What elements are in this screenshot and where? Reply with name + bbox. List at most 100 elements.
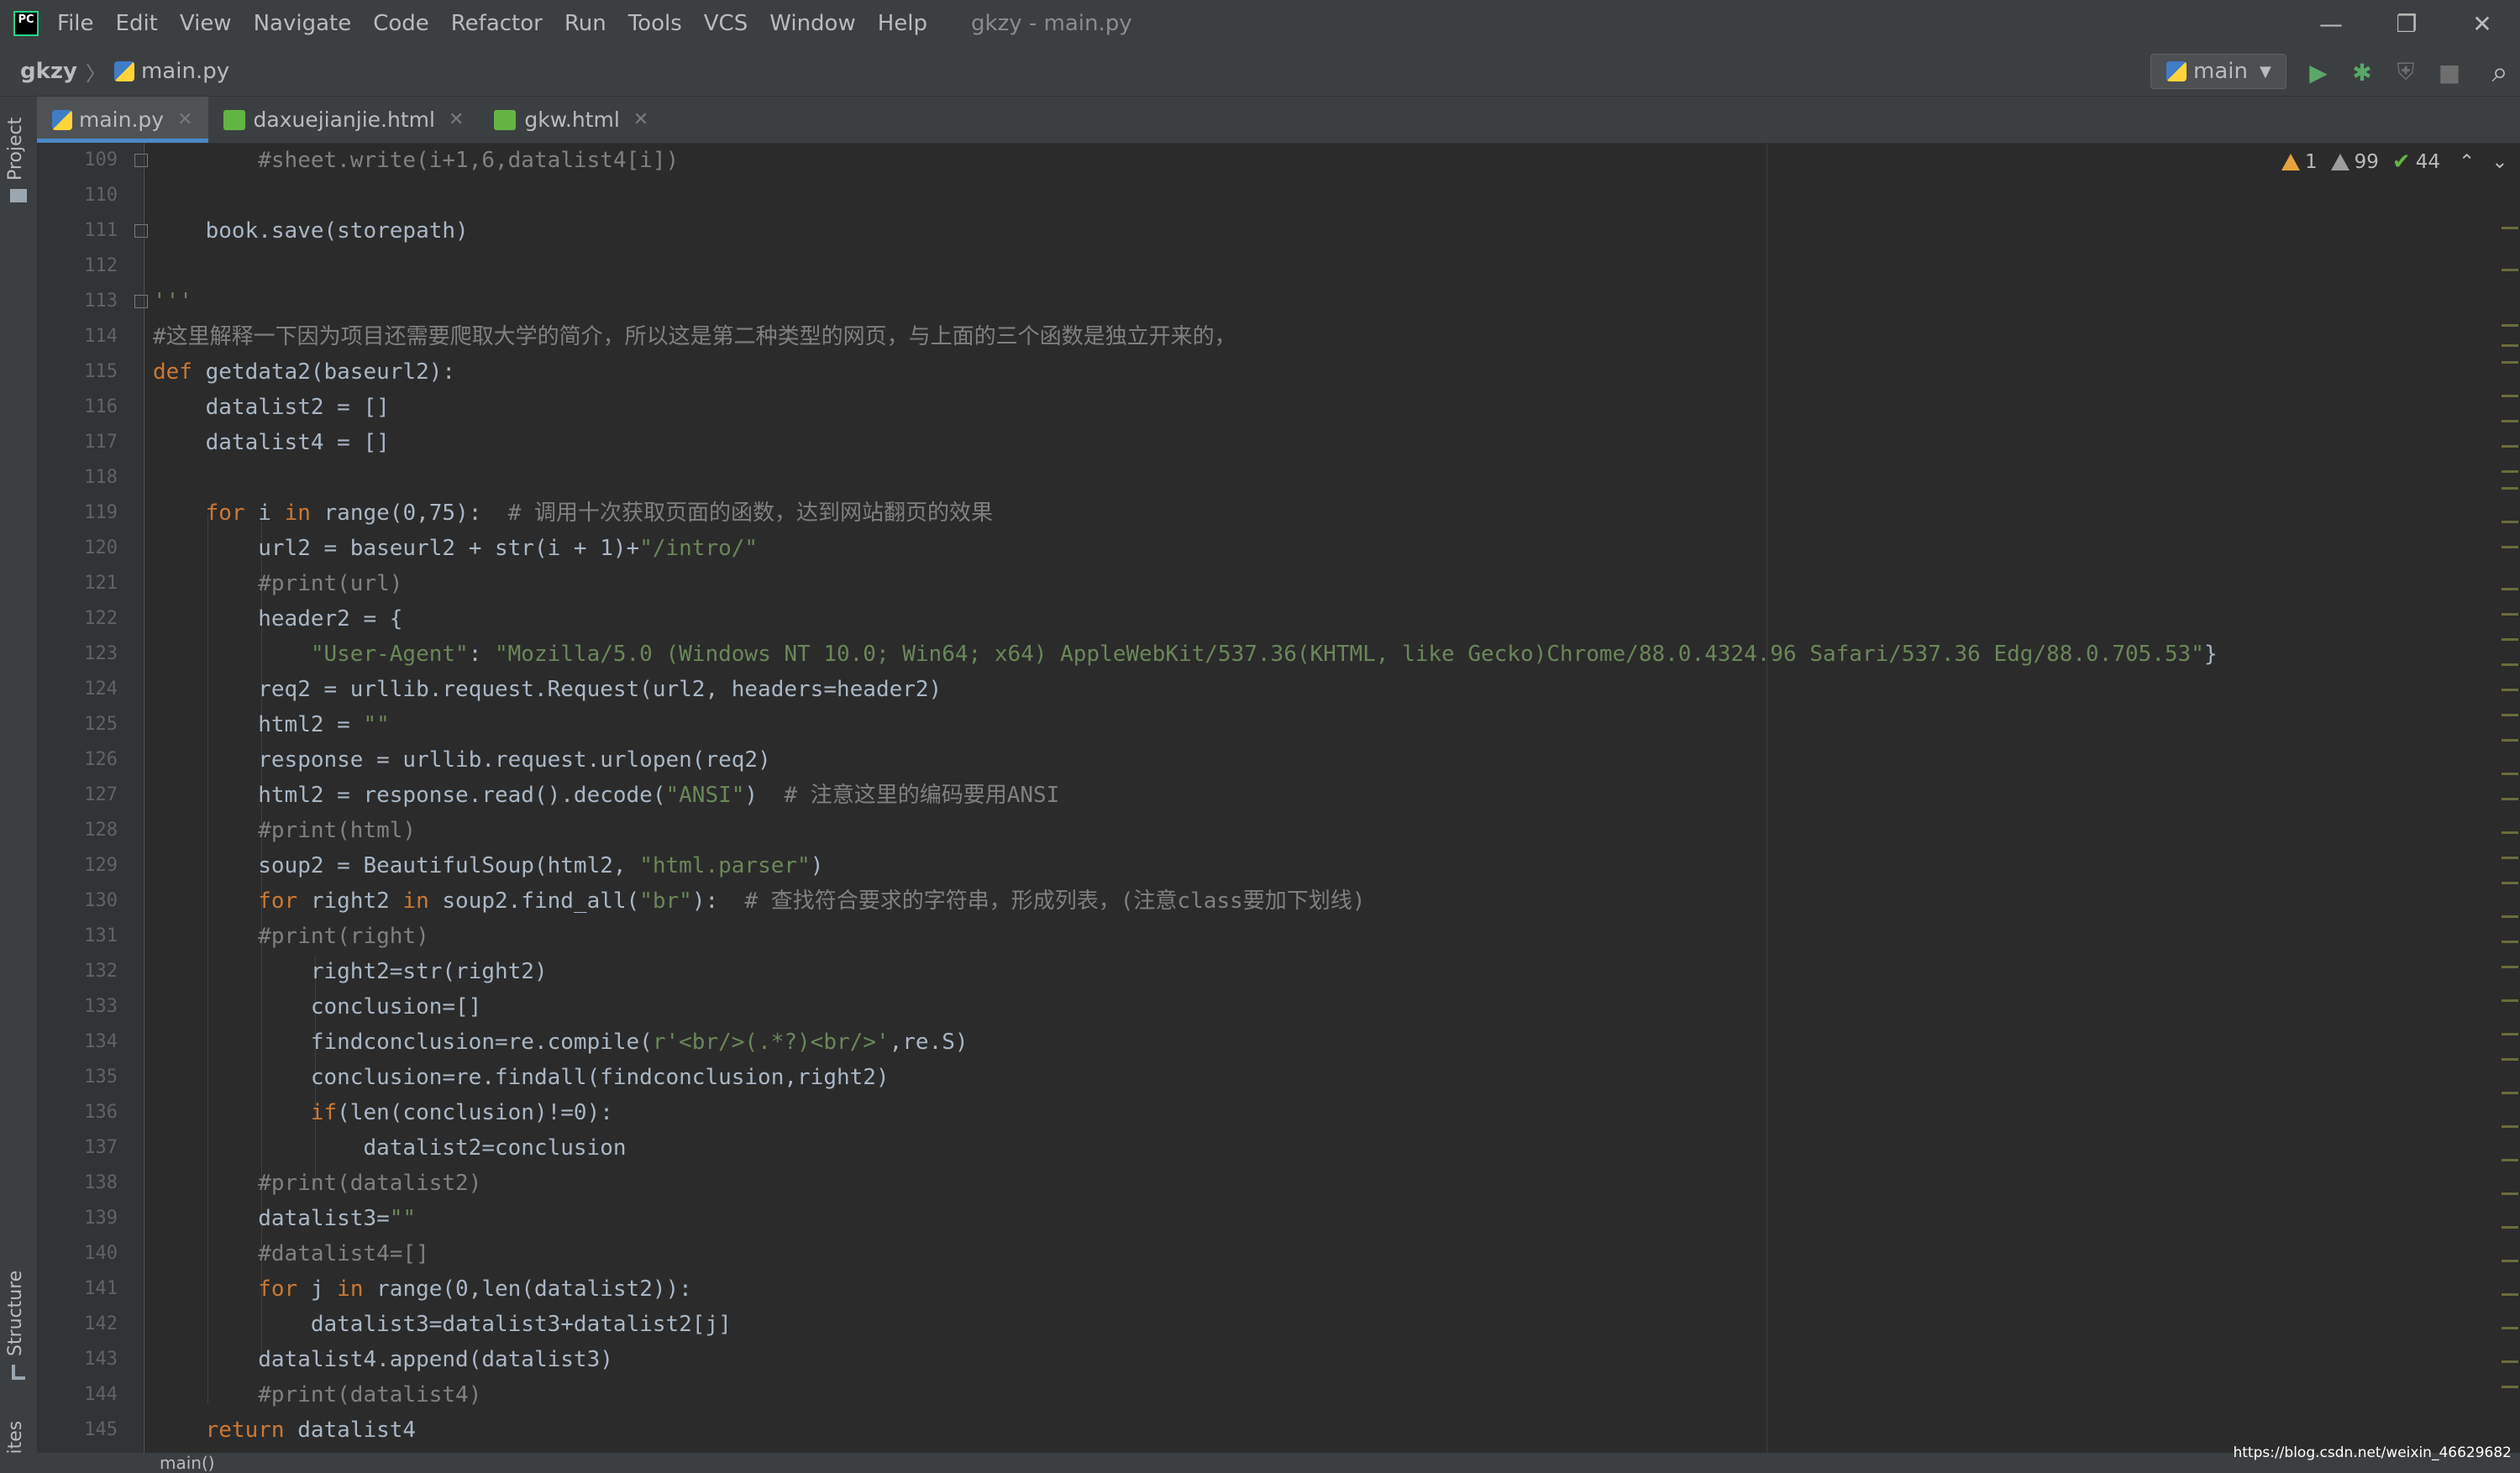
- code-line[interactable]: html2 = "": [153, 707, 2505, 742]
- code-editor[interactable]: #sheet.write(i+1,6,datalist4[i]) book.sa…: [153, 143, 2505, 1448]
- fold-marker-icon[interactable]: [134, 154, 148, 167]
- error-stripe-mark[interactable]: [2502, 361, 2518, 364]
- error-stripe-mark[interactable]: [2502, 638, 2518, 641]
- error-stripe-mark[interactable]: [2502, 798, 2518, 800]
- coverage-icon[interactable]: ⛨: [2389, 55, 2423, 89]
- error-stripe-mark[interactable]: [2502, 999, 2518, 1002]
- error-stripe-mark[interactable]: [2502, 395, 2518, 397]
- error-stripe-mark[interactable]: [2502, 1327, 2518, 1329]
- error-stripe-mark[interactable]: [2502, 470, 2518, 473]
- error-stripe-mark[interactable]: [2502, 882, 2518, 884]
- tab-main-py[interactable]: main.py ✕: [37, 97, 208, 143]
- pycharm-logo-icon[interactable]: PC: [13, 11, 39, 36]
- error-stripe-mark[interactable]: [2502, 445, 2518, 448]
- code-line[interactable]: [153, 460, 2505, 495]
- previous-highlight-icon[interactable]: ⌃: [2459, 151, 2475, 173]
- structure-tool-window-button[interactable]: Structure: [5, 1271, 26, 1356]
- code-line[interactable]: right2=str(right2): [153, 954, 2505, 989]
- code-line[interactable]: datalist2=conclusion: [153, 1130, 2505, 1166]
- run-icon[interactable]: ▶: [2302, 55, 2335, 89]
- code-line[interactable]: book.save(storepath): [153, 213, 2505, 249]
- breadcrumb-file[interactable]: main.py: [141, 59, 229, 84]
- error-stripe-mark[interactable]: [2502, 915, 2518, 918]
- error-stripe-mark[interactable]: [2502, 663, 2518, 666]
- menu-file[interactable]: File: [57, 11, 94, 36]
- code-line[interactable]: #sheet.write(i+1,6,datalist4[i]): [153, 143, 2505, 178]
- menu-window[interactable]: Window: [769, 11, 856, 36]
- inspection-widget[interactable]: 1 99 ✔ 44 ⌃ ⌄: [2281, 148, 2508, 176]
- error-stripe-mark[interactable]: [2502, 857, 2518, 859]
- error-stripe-mark[interactable]: [2502, 773, 2518, 775]
- error-stripe-mark[interactable]: [2502, 1226, 2518, 1229]
- restore-icon[interactable]: ❐: [2369, 0, 2444, 47]
- error-stripe-mark[interactable]: [2502, 831, 2518, 834]
- code-line[interactable]: "User-Agent": "Mozilla/5.0 (Windows NT 1…: [153, 637, 2505, 672]
- error-stripe-mark[interactable]: [2502, 420, 2518, 422]
- menu-vcs[interactable]: VCS: [704, 11, 748, 36]
- error-stripe-mark[interactable]: [2502, 613, 2518, 616]
- error-stripe-mark[interactable]: [2502, 1193, 2518, 1195]
- code-line[interactable]: conclusion=[]: [153, 989, 2505, 1025]
- menu-view[interactable]: View: [180, 11, 232, 36]
- code-line[interactable]: for right2 in soup2.find_all("br"): # 查找…: [153, 883, 2505, 919]
- error-stripe-mark[interactable]: [2502, 546, 2518, 548]
- menu-run[interactable]: Run: [564, 11, 606, 36]
- next-highlight-icon[interactable]: ⌄: [2491, 151, 2507, 173]
- code-line[interactable]: datalist4.append(datalist3): [153, 1342, 2505, 1377]
- close-tab-icon[interactable]: ✕: [177, 109, 192, 130]
- menu-code[interactable]: Code: [373, 11, 429, 36]
- code-line[interactable]: datalist4 = []: [153, 425, 2505, 460]
- code-line[interactable]: if(len(conclusion)!=0):: [153, 1095, 2505, 1130]
- error-stripe-mark[interactable]: [2502, 521, 2518, 523]
- error-stripe-mark[interactable]: [2502, 1159, 2518, 1161]
- code-line[interactable]: header2 = {: [153, 601, 2505, 637]
- menu-edit[interactable]: Edit: [116, 11, 158, 36]
- error-stripe-mark[interactable]: [2502, 1125, 2518, 1128]
- fold-marker-icon[interactable]: [134, 224, 148, 238]
- error-stripe-mark[interactable]: [2502, 1058, 2518, 1061]
- stop-icon[interactable]: ■: [2433, 55, 2466, 89]
- error-stripe-mark[interactable]: [2502, 1092, 2518, 1094]
- code-line[interactable]: for i in range(0,75): # 调用十次获取页面的函数，达到网站…: [153, 495, 2505, 531]
- error-stripe-mark[interactable]: [2502, 966, 2518, 968]
- error-stripe-mark[interactable]: [2502, 1360, 2518, 1363]
- error-stripe-mark[interactable]: [2502, 739, 2518, 742]
- code-line[interactable]: conclusion=re.findall(findconclusion,rig…: [153, 1060, 2505, 1095]
- error-stripe-mark[interactable]: [2502, 588, 2518, 590]
- code-line[interactable]: [153, 249, 2505, 284]
- code-line[interactable]: req2 = urllib.request.Request(url2, head…: [153, 672, 2505, 707]
- project-tool-window-button[interactable]: Project: [5, 118, 26, 181]
- menu-help[interactable]: Help: [878, 11, 927, 36]
- code-line[interactable]: findconclusion=re.compile(r'<br/>(.*?)<b…: [153, 1025, 2505, 1060]
- code-line[interactable]: for j in range(0,len(datalist2)):: [153, 1271, 2505, 1307]
- code-line[interactable]: #print(datalist4): [153, 1377, 2505, 1413]
- status-breadcrumb[interactable]: main(): [160, 1453, 215, 1473]
- fold-marker-icon[interactable]: [134, 295, 148, 308]
- code-line[interactable]: datalist2 = []: [153, 390, 2505, 425]
- code-line[interactable]: datalist3="": [153, 1201, 2505, 1236]
- code-line[interactable]: return datalist4: [153, 1413, 2505, 1448]
- code-line[interactable]: #datalist4=[]: [153, 1236, 2505, 1271]
- error-stripe-mark[interactable]: [2502, 324, 2518, 327]
- tab-gkw-html[interactable]: gkw.html ✕: [479, 97, 664, 143]
- debug-icon[interactable]: ✱: [2345, 55, 2379, 89]
- code-line[interactable]: #print(url): [153, 566, 2505, 601]
- code-line[interactable]: ''': [153, 284, 2505, 319]
- close-tab-icon[interactable]: ✕: [449, 109, 464, 130]
- code-line[interactable]: url2 = baseurl2 + str(i + 1)+"/intro/": [153, 531, 2505, 566]
- error-stripe-mark[interactable]: [2502, 714, 2518, 716]
- code-line[interactable]: datalist3=datalist3+datalist2[j]: [153, 1307, 2505, 1342]
- code-line[interactable]: #print(right): [153, 919, 2505, 954]
- code-line[interactable]: [153, 178, 2505, 213]
- menu-navigate[interactable]: Navigate: [254, 11, 352, 36]
- code-line[interactable]: def getdata2(baseurl2):: [153, 354, 2505, 390]
- error-stripe-mark[interactable]: [2502, 344, 2518, 347]
- close-tab-icon[interactable]: ✕: [633, 109, 648, 130]
- breadcrumb-project[interactable]: gkzy: [20, 59, 77, 84]
- error-stripe-mark[interactable]: [2502, 689, 2518, 691]
- code-line[interactable]: #print(html): [153, 813, 2505, 848]
- error-stripe-mark[interactable]: [2502, 941, 2518, 943]
- error-stripe-mark[interactable]: [2502, 269, 2518, 271]
- code-line[interactable]: #print(datalist2): [153, 1166, 2505, 1201]
- error-stripe-mark[interactable]: [2502, 1293, 2518, 1296]
